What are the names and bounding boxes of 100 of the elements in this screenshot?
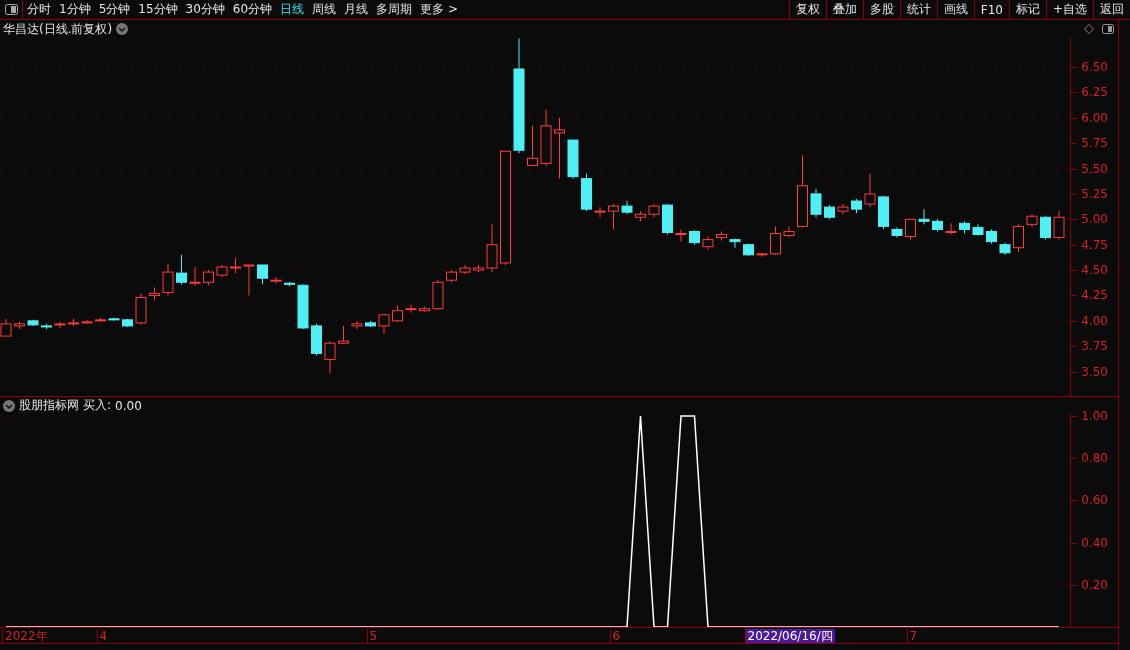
period-tab[interactable]: 30分钟 xyxy=(181,0,229,19)
candlestick xyxy=(959,220,970,234)
candlestick xyxy=(176,254,187,285)
period-tab[interactable]: 周线 xyxy=(308,0,341,19)
toolbar-button[interactable]: 返回 xyxy=(1093,0,1130,19)
candlestick xyxy=(554,117,565,180)
period-tab[interactable]: 15分钟 xyxy=(134,0,182,19)
toolbar-button[interactable]: 标记 xyxy=(1008,0,1046,19)
toolbar-button[interactable]: +自选 xyxy=(1045,0,1093,19)
candlestick xyxy=(594,206,606,218)
indicator-axis-label: 0.40 xyxy=(1081,536,1108,549)
date-axis-label: 6 xyxy=(609,629,623,643)
candlestick xyxy=(581,173,592,212)
candlestick xyxy=(419,306,430,313)
candlestick xyxy=(243,264,255,296)
candlestick xyxy=(756,252,768,258)
candlestick xyxy=(324,340,336,375)
candlestick xyxy=(216,264,228,278)
candlestick xyxy=(122,318,133,328)
price-axis-label: 4.75 xyxy=(1081,238,1108,251)
candlestick xyxy=(108,317,120,322)
period-tab[interactable]: 日线 xyxy=(276,0,309,19)
indicator-axis-label: 1.00 xyxy=(1081,410,1108,423)
candlestick xyxy=(864,173,876,208)
candlestick xyxy=(1053,210,1065,241)
candlestick xyxy=(689,229,700,246)
candlestick xyxy=(95,317,106,323)
candlestick xyxy=(608,203,619,230)
candlestick xyxy=(162,263,174,296)
period-tab[interactable]: 5分钟 xyxy=(94,0,135,19)
price-axis-label: 5.25 xyxy=(1081,187,1108,200)
price-axis-label: 3.50 xyxy=(1081,365,1108,378)
candlestick xyxy=(405,304,417,314)
toolbar-button[interactable]: F10 xyxy=(973,0,1009,19)
candlestick xyxy=(270,276,282,284)
period-tab[interactable]: 多周期 xyxy=(372,0,417,19)
indicator-title: 股朋指标网 xyxy=(19,397,79,414)
price-axis-label: 4.50 xyxy=(1081,264,1108,277)
toolbar-button[interactable]: 画线 xyxy=(936,0,974,19)
candlestick xyxy=(446,269,457,283)
toolbar-button[interactable]: 叠加 xyxy=(825,0,863,19)
period-tab[interactable]: 更多 > xyxy=(416,0,462,19)
candlestick xyxy=(459,264,471,275)
candlestick xyxy=(972,223,984,237)
candlestick xyxy=(662,203,673,235)
candlestick xyxy=(149,286,160,302)
candlestick xyxy=(824,204,835,220)
period-tab[interactable]: 1分钟 xyxy=(55,0,95,19)
candlestick xyxy=(648,203,660,218)
toolbar-button[interactable]: 多股 xyxy=(862,0,900,19)
candlestick xyxy=(945,222,957,235)
candlestick xyxy=(68,318,79,327)
date-axis-label: 2022年 xyxy=(2,629,50,643)
cursor-date-label: 2022/06/16/四 xyxy=(744,629,835,643)
candlestick xyxy=(716,230,727,242)
candlestick xyxy=(770,225,781,256)
candlestick xyxy=(54,321,66,329)
period-tab[interactable]: 60分钟 xyxy=(228,0,277,19)
candlestick xyxy=(891,226,903,239)
candlestick xyxy=(837,203,849,215)
date-axis-label: 7 xyxy=(906,629,920,643)
dropdown-icon[interactable] xyxy=(116,23,129,35)
candlestick xyxy=(311,323,322,356)
price-axis-label: 5.75 xyxy=(1081,137,1108,150)
candlestick xyxy=(621,200,633,215)
candlestick xyxy=(783,225,795,239)
indicator-axis-label: 0.20 xyxy=(1081,578,1108,591)
candlestick xyxy=(284,281,295,287)
candlestick xyxy=(851,198,862,214)
candlestick xyxy=(635,210,646,222)
toolbar-button[interactable]: 统计 xyxy=(899,0,937,19)
candlestick xyxy=(473,264,484,273)
panel-toggle-icon[interactable] xyxy=(1102,24,1114,34)
candlestick xyxy=(365,320,376,328)
candlestick xyxy=(702,236,714,251)
candlestick xyxy=(203,269,214,286)
candlestick xyxy=(743,243,754,257)
period-tab[interactable]: 月线 xyxy=(340,0,373,19)
candlestick xyxy=(135,292,147,326)
date-axis-label: 5 xyxy=(366,629,380,643)
panel-toggle-icon[interactable] xyxy=(4,4,18,15)
candlestick xyxy=(297,283,309,330)
toolbar-button[interactable]: 复权 xyxy=(788,0,826,19)
candlestick xyxy=(27,319,39,327)
date-axis-label: 4 xyxy=(96,629,110,643)
candlestick xyxy=(230,257,241,274)
candlestick xyxy=(1040,215,1051,241)
candlestick xyxy=(999,242,1011,256)
chart-title: 华昌达(日线.前复权) xyxy=(3,20,113,38)
indicator-reading: 0.00 xyxy=(115,398,142,413)
candlestick xyxy=(878,195,889,230)
period-tab[interactable]: 分时 xyxy=(23,0,55,19)
dropdown-icon[interactable] xyxy=(3,399,15,412)
price-axis-label: 3.75 xyxy=(1081,340,1108,353)
price-axis-label: 4.25 xyxy=(1081,289,1108,302)
candlestick xyxy=(567,139,579,180)
indicator-reading-label: 买入: xyxy=(83,397,112,414)
price-axis-label: 4.00 xyxy=(1081,314,1108,327)
candlestick xyxy=(729,238,741,249)
candlestick xyxy=(810,188,822,218)
